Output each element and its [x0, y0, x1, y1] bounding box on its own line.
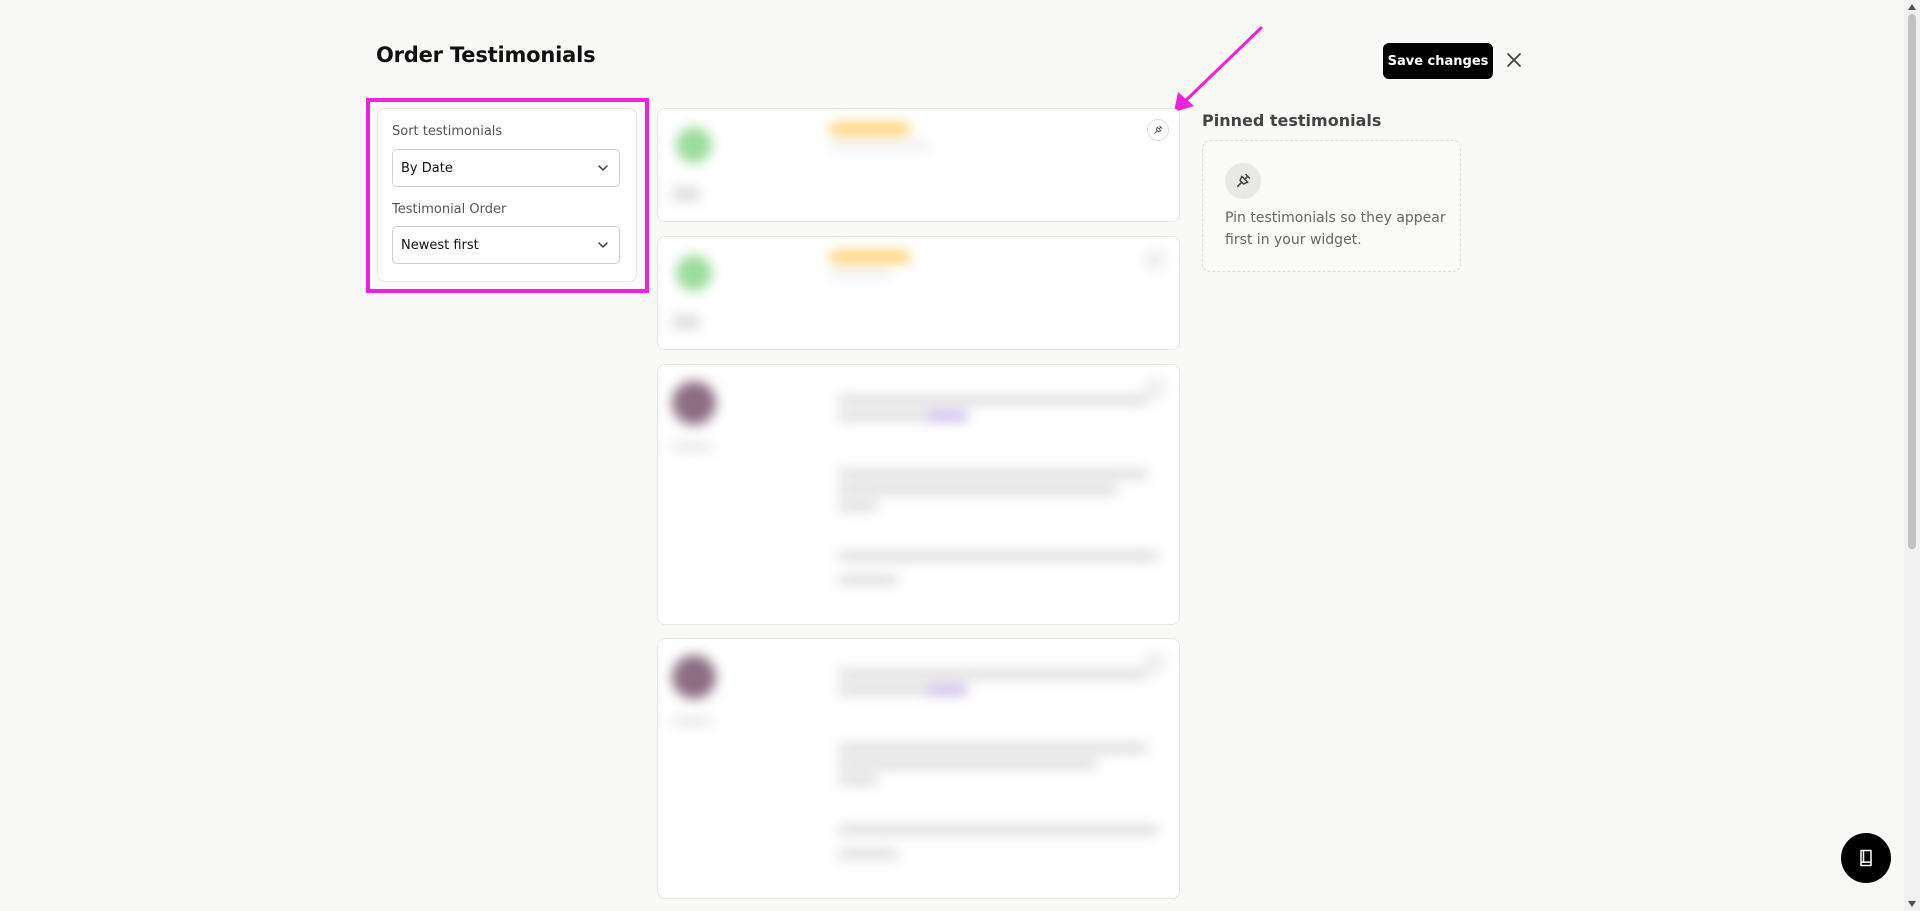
- testimonial-card[interactable]: [657, 364, 1180, 625]
- testimonial-card[interactable]: [657, 638, 1180, 899]
- book-icon: [1860, 849, 1872, 867]
- page-scrollbar[interactable]: [1904, 0, 1920, 911]
- testimonial-card[interactable]: [657, 108, 1180, 222]
- annotation-highlight: [366, 98, 649, 293]
- testimonial-card[interactable]: [657, 236, 1180, 350]
- scroll-down-arrow[interactable]: [1908, 901, 1916, 907]
- pin-icon: [1225, 163, 1261, 199]
- scroll-up-arrow[interactable]: [1908, 4, 1916, 10]
- scroll-thumb[interactable]: [1908, 14, 1916, 549]
- close-icon: [1507, 53, 1521, 67]
- pinned-empty-text: Pin testimonials so they appear first in…: [1225, 210, 1446, 248]
- pin-icon: [1154, 125, 1163, 134]
- pin-button[interactable]: [1147, 119, 1169, 141]
- pinned-testimonials-dropzone: Pin testimonials so they appear first in…: [1202, 140, 1461, 272]
- close-button[interactable]: [1503, 49, 1525, 71]
- pinned-testimonials-title: Pinned testimonials: [1202, 111, 1382, 130]
- help-button[interactable]: [1841, 833, 1891, 883]
- save-changes-button[interactable]: Save changes: [1383, 43, 1493, 79]
- page-title: Order Testimonials: [376, 43, 596, 67]
